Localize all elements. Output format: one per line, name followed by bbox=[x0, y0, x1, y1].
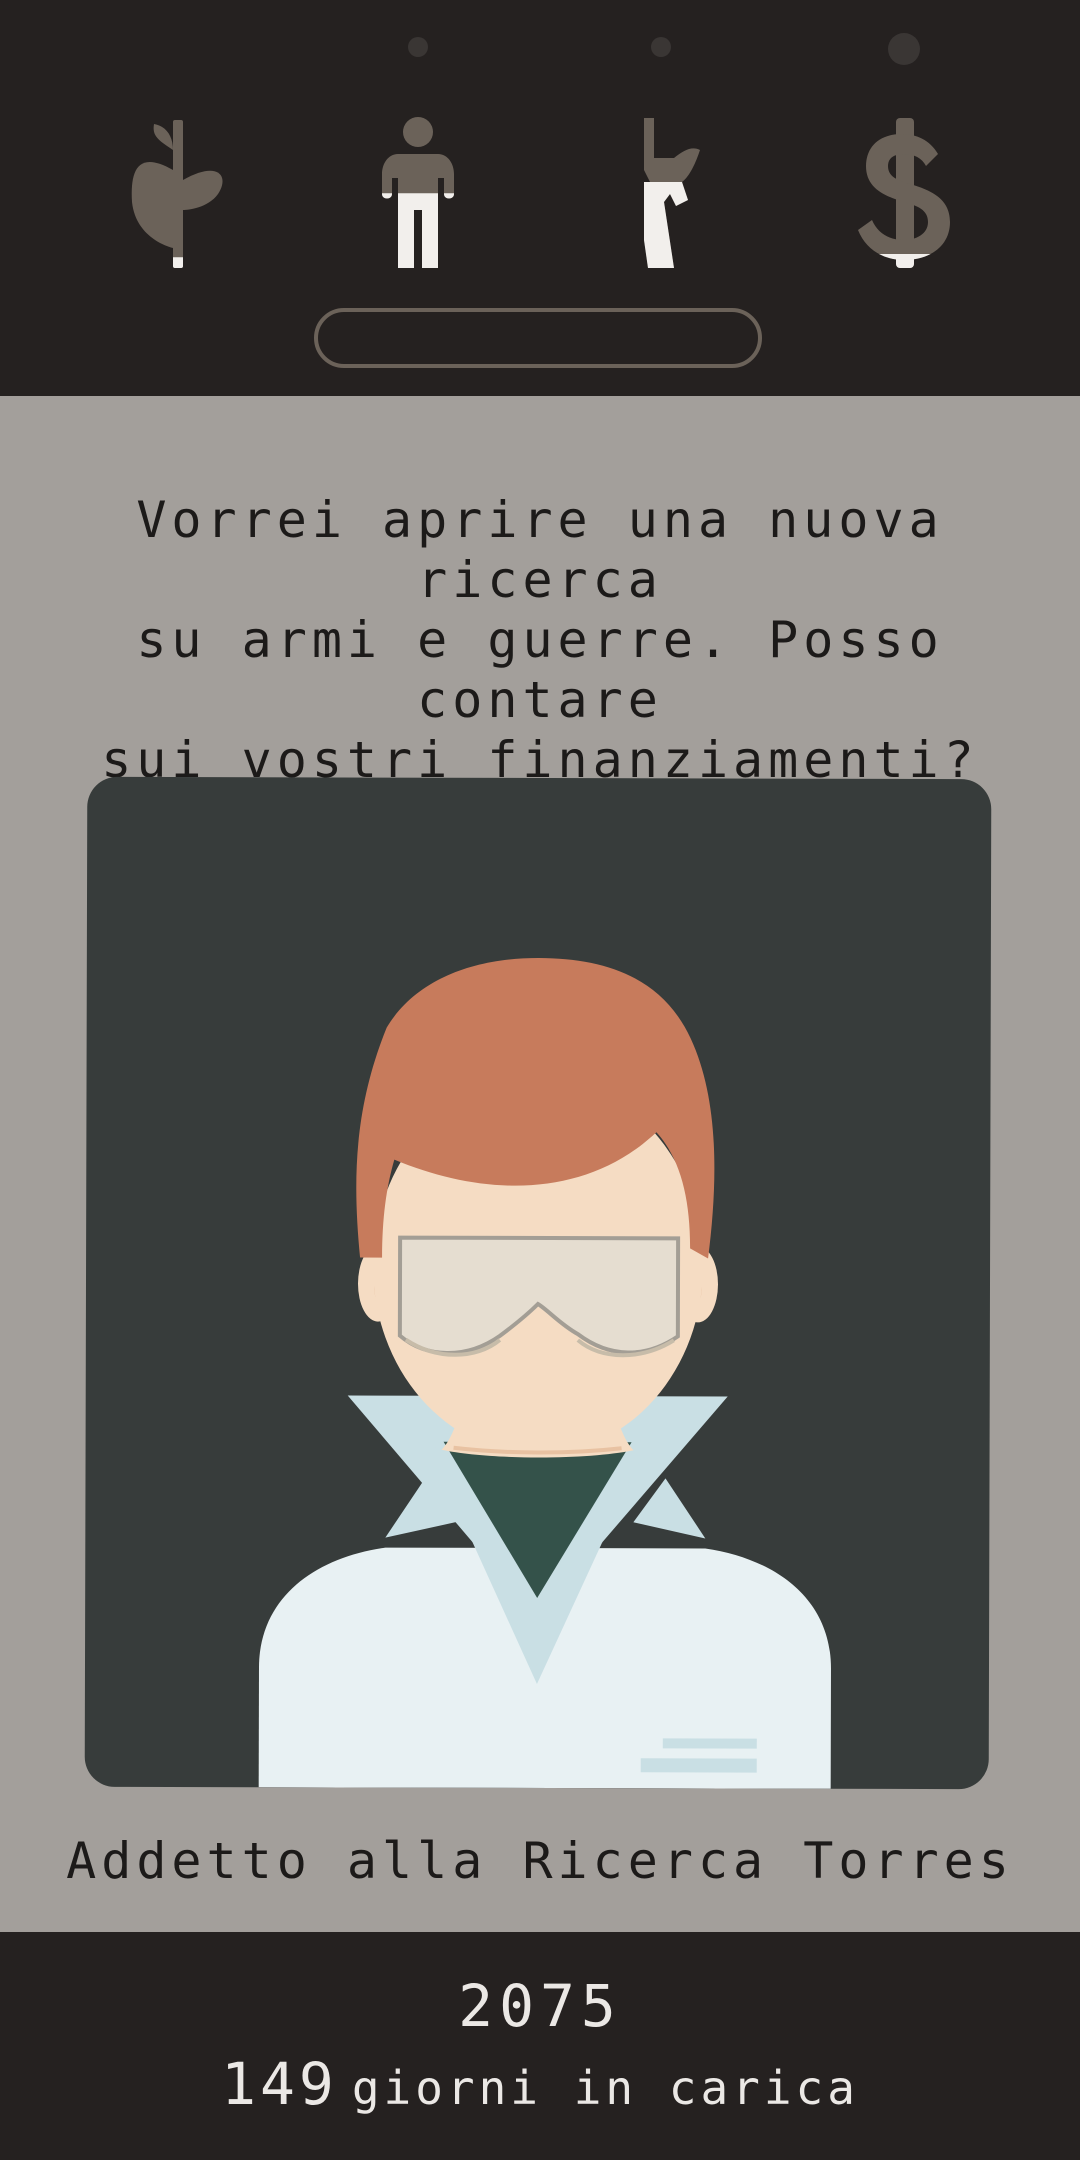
days-count: 149 bbox=[221, 2050, 338, 2118]
days-in-office: 149 giorni in carica bbox=[0, 2050, 1080, 2118]
days-label: giorni in carica bbox=[351, 2061, 859, 2115]
people-effect-dot bbox=[408, 37, 428, 57]
card-question-text: Vorrei aprire una nuova ricerca su armi … bbox=[101, 491, 979, 789]
stats-bar bbox=[0, 0, 1080, 396]
people-stat bbox=[358, 110, 478, 270]
person-icon bbox=[382, 117, 454, 268]
religion-stat bbox=[118, 110, 238, 270]
scientist-portrait bbox=[258, 958, 831, 1789]
money-effect-dot bbox=[888, 33, 920, 65]
dollar-icon bbox=[858, 118, 950, 268]
military-effect-dot bbox=[651, 37, 671, 57]
military-stat bbox=[604, 110, 724, 270]
rifle-icon bbox=[644, 118, 700, 268]
character-card[interactable] bbox=[84, 776, 992, 1790]
year-label: 2075 bbox=[458, 1972, 622, 2040]
status-bar: 2075 149 giorni in carica bbox=[0, 1932, 1080, 2160]
plant-icon bbox=[131, 120, 223, 268]
choice-prompt-pill bbox=[314, 308, 762, 368]
character-name: Addetto alla Ricerca Torres bbox=[66, 1832, 1014, 1890]
money-stat bbox=[844, 110, 964, 270]
